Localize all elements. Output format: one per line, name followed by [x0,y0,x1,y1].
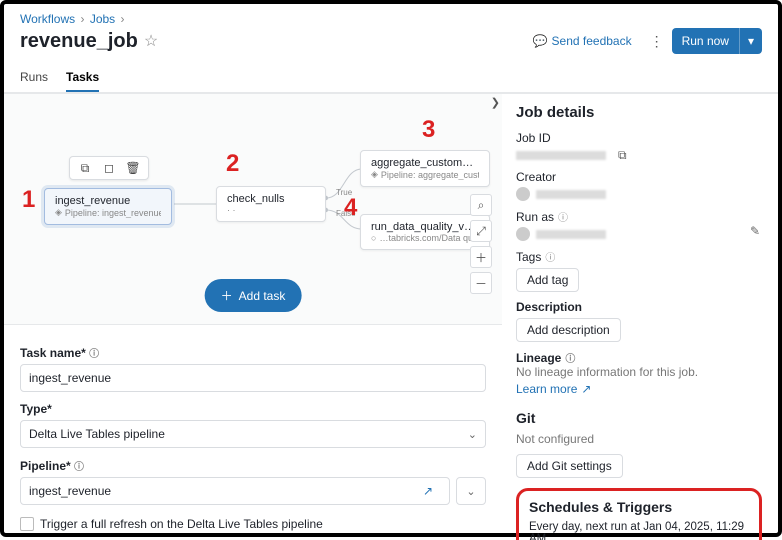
task-form: Task name* ⓘ ingest_revenue Type* Delta … [4,324,502,540]
tab-bar: Runs Tasks [4,62,778,93]
node-title: check_nulls [227,193,315,205]
node-toolbar: ⧉ ◻ 🗑 [69,156,149,180]
external-link-icon[interactable]: ↗ [423,484,433,498]
lineage-text: No lineage information for this job. [516,365,762,379]
details-title: Job details [516,104,762,121]
full-refresh-checkbox[interactable]: Trigger a full refresh on the Delta Live… [20,517,486,531]
page-header: revenue_job ☆ 💬 Send feedback ⋮ Run now … [4,28,778,62]
pipeline-label: Pipeline* ⓘ [20,458,486,473]
copy-node-icon[interactable]: ⧉ [78,161,92,175]
expand-canvas-icon[interactable]: ⤢ [470,220,492,242]
run-as-value [516,227,762,241]
run-now-button[interactable]: Run now [672,28,739,54]
speech-icon: 💬 [533,34,548,48]
pipeline-dropdown[interactable]: ⌄ [456,477,486,505]
node-title: ingest_revenue [55,195,161,207]
schedules-box: Schedules & Triggers Every day, next run… [516,488,762,540]
avatar [516,227,530,241]
task-node-ingest-revenue[interactable]: ingest_revenue ◈Pipeline: ingest_revenue [44,188,172,225]
type-select[interactable]: Delta Live Tables pipeline ⌄ [20,420,486,448]
breadcrumb-jobs[interactable]: Jobs [90,12,115,26]
task-name-label: Task name* ⓘ [20,345,486,360]
page-title: revenue_job [20,30,138,53]
add-git-settings-button[interactable]: Add Git settings [516,454,623,478]
comment-node-icon[interactable]: ◻ [102,161,116,175]
schedules-title: Schedules & Triggers [529,499,749,515]
info-icon[interactable]: ⓘ [74,462,84,473]
pipeline-value: ingest_revenue [29,484,111,498]
star-icon[interactable]: ☆ [144,31,158,51]
tab-tasks[interactable]: Tasks [66,62,99,92]
send-feedback-label: Send feedback [552,34,632,48]
add-task-label: Add task [239,289,286,303]
node-subtitle: ○…tabricks.com/Data quality validation [371,233,479,243]
lineage-label: Lineageⓘ [516,350,762,365]
node-subtitle: · · [227,205,315,215]
node-subtitle: ◈Pipeline: aggregate_customers [371,169,479,180]
git-status: Not configured [516,432,762,446]
run-as-label: Run asⓘ [516,209,762,224]
run-now-dropdown[interactable]: ▾ [739,28,762,54]
zoom-out-icon[interactable]: － [470,272,492,294]
callout-2: 2 [226,150,239,178]
job-id-value: ⧉ [516,148,762,162]
task-name-value: ingest_revenue [29,371,111,385]
send-feedback-link[interactable]: 💬 Send feedback [533,34,632,48]
info-icon[interactable]: ⓘ [89,349,99,360]
task-graph-canvas[interactable]: ❯ True False 1 2 3 4 ⧉ ◻ 🗑 ingest_revenu… [4,94,502,324]
node-subtitle: ◈Pipeline: ingest_revenue [55,207,161,218]
breadcrumb: Workflows › Jobs › [4,4,778,28]
node-title: run_data_quality_validation [371,221,479,233]
copy-icon[interactable]: ⧉ [618,148,627,163]
plus-icon: ＋ [221,287,233,304]
info-icon[interactable]: ⓘ [545,249,555,264]
creator-label: Creator [516,170,762,184]
learn-more-link[interactable]: Learn more↗ [516,382,591,396]
task-node-check-nulls[interactable]: check_nulls · · [216,186,326,222]
add-description-button[interactable]: Add description [516,318,621,342]
canvas-tools: ⌕ ⤢ ＋ － [470,194,492,294]
tab-runs[interactable]: Runs [20,62,48,92]
add-task-button[interactable]: ＋ Add task [205,279,302,312]
node-title: aggregate_customer_data [371,157,479,169]
external-link-icon: ↗ [581,382,591,396]
breadcrumb-workflows[interactable]: Workflows [20,12,75,26]
collapse-details-icon[interactable]: ❯ [491,96,500,109]
description-label: Description [516,300,762,314]
type-label: Type* [20,402,486,416]
delete-node-icon[interactable]: 🗑 [126,161,140,175]
checkbox-box [20,517,34,531]
schedules-description: Every day, next run at Jan 04, 2025, 11:… [529,521,749,540]
zoom-in-icon[interactable]: ＋ [470,246,492,268]
pipeline-select[interactable]: ingest_revenue ↗ [20,477,450,505]
overflow-menu-icon[interactable]: ⋮ [642,33,672,50]
info-icon[interactable]: ⓘ [565,350,575,365]
tags-label: Tagsⓘ [516,249,762,264]
type-value: Delta Live Tables pipeline [29,427,165,441]
add-tag-button[interactable]: Add tag [516,268,579,292]
chevron-down-icon: ⌄ [466,485,475,498]
edit-run-as-icon[interactable]: ✎ [750,224,760,238]
task-name-input[interactable]: ingest_revenue [20,364,486,392]
details-panel: Job details Job ID ⧉ Creator Run asⓘ ✎ T… [502,93,778,540]
job-id-label: Job ID [516,131,762,145]
task-node-aggregate[interactable]: aggregate_customer_data ◈Pipeline: aggre… [360,150,490,187]
avatar [516,187,530,201]
git-title: Git [516,410,762,426]
callout-4: 4 [344,194,357,222]
creator-value [516,187,762,201]
callout-3: 3 [422,116,435,144]
callout-1: 1 [22,186,35,214]
search-canvas-icon[interactable]: ⌕ [470,194,492,216]
full-refresh-label: Trigger a full refresh on the Delta Live… [40,517,323,531]
info-icon[interactable]: ⓘ [558,209,568,224]
chevron-down-icon: ⌄ [468,428,477,441]
